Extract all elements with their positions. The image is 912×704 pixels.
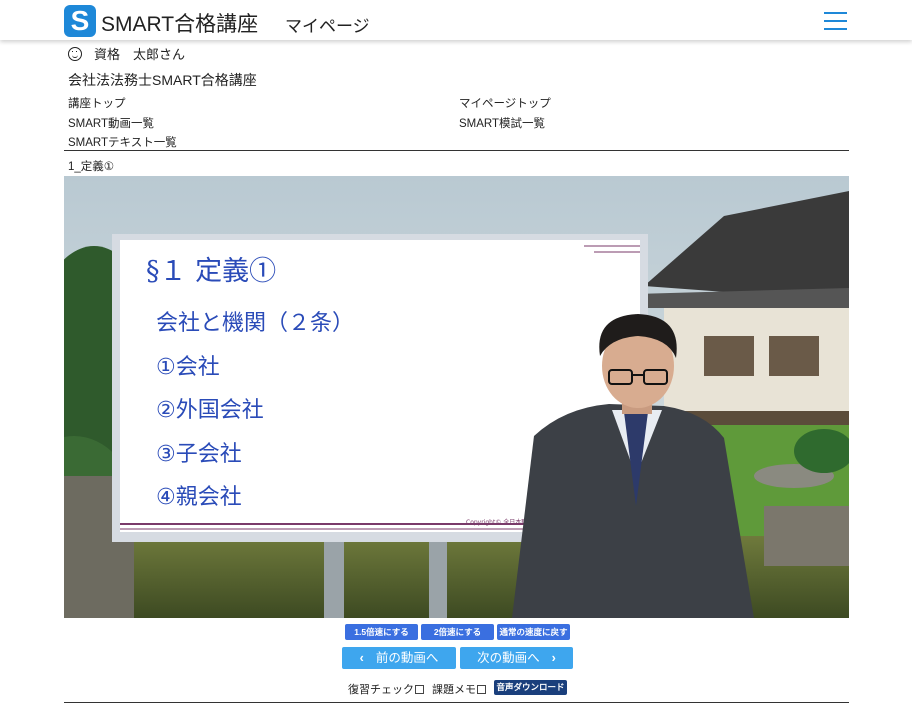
user-greeting: 資格 太郎さん [68, 44, 185, 63]
brand-name[interactable]: SMART合格講座 [101, 8, 258, 38]
speed-2x-button[interactable]: 2倍速にする [421, 624, 494, 640]
prev-video-button[interactable]: ‹ 前の動画へ [342, 647, 456, 669]
board-line: 会社と機関（２条） [156, 311, 354, 336]
prev-video-label: 前の動画へ [375, 651, 439, 665]
task-memo-checkbox[interactable] [477, 685, 486, 694]
nav-video-list[interactable]: SMART動画一覧 [68, 115, 154, 131]
speed-1-5x-button[interactable]: 1.5倍速にする [345, 624, 418, 640]
app-header: S SMART合格講座 マイページ [0, 0, 912, 40]
task-memo-label: 課題メモ [432, 684, 476, 696]
chevron-left-icon: ‹ [359, 651, 364, 665]
board-heading: §１ 定義① [146, 256, 276, 287]
logo-icon[interactable]: S [64, 5, 96, 37]
review-checkbox[interactable] [415, 685, 424, 694]
next-video-label: 次の動画へ [477, 651, 540, 665]
audio-download-button[interactable]: 音声ダウンロード [494, 680, 567, 695]
speed-normal-button[interactable]: 通常の速度に戻す [497, 624, 570, 640]
smiley-icon [68, 47, 82, 61]
board-line: ②外国会社 [156, 398, 264, 423]
user-name: 資格 太郎さん [94, 47, 186, 62]
page-subtitle: マイページ [285, 17, 370, 36]
review-check-label: 復習チェック [348, 684, 414, 696]
nav-exam-list[interactable]: SMART模試一覧 [459, 115, 545, 131]
board-line: ④親会社 [156, 485, 242, 510]
footer-divider [64, 702, 849, 703]
next-video-button[interactable]: 次の動画へ › [460, 647, 573, 669]
nav-mypage-top[interactable]: マイページトップ [459, 95, 551, 111]
nav-course-top[interactable]: 講座トップ [68, 95, 126, 111]
chevron-right-icon: › [551, 651, 556, 665]
video-player[interactable]: §１ 定義① 会社と機関（２条） ①会社 ②外国会社 ③子会社 ④親会社 Cop… [64, 176, 849, 618]
review-check-option: 復習チェック [348, 681, 424, 697]
menu-icon[interactable] [824, 12, 847, 30]
video-frame: §１ 定義① 会社と機関（２条） ①会社 ②外国会社 ③子会社 ④親会社 Cop… [64, 176, 849, 618]
divider [64, 150, 849, 151]
nav-text-list[interactable]: SMARTテキスト一覧 [68, 134, 177, 150]
board-line: ③子会社 [156, 442, 242, 467]
board-line: ①会社 [156, 355, 220, 380]
course-title: 会社法法務士SMART合格講座 [68, 72, 257, 88]
task-memo-option: 課題メモ [432, 681, 486, 697]
lesson-title: 1_定義① [68, 161, 115, 173]
